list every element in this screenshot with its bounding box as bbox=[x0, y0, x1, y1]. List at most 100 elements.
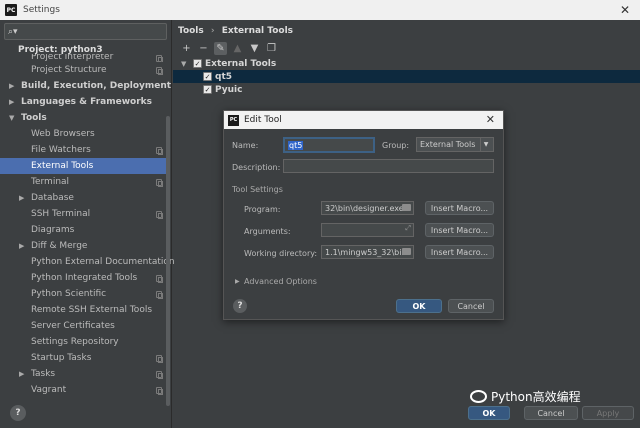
window-title: Settings bbox=[23, 5, 60, 15]
insert-macro-button-workdir[interactable]: Insert Macro... bbox=[425, 245, 494, 259]
advanced-options-toggle[interactable]: Advanced Options bbox=[244, 277, 317, 286]
name-value: qt5 bbox=[288, 140, 304, 150]
sidebar-item[interactable]: Web Browsers bbox=[0, 126, 168, 142]
window-close-icon[interactable]: ✕ bbox=[620, 3, 630, 17]
remove-icon[interactable]: − bbox=[197, 42, 210, 55]
chevron-right-icon[interactable]: ▶ bbox=[19, 370, 24, 378]
sidebar-item[interactable]: Server Certificates bbox=[0, 318, 168, 334]
dialog-title: Edit Tool bbox=[244, 115, 282, 125]
dialog-help-button[interactable]: ? bbox=[233, 299, 247, 313]
sidebar-item[interactable]: Settings Repository bbox=[0, 334, 168, 350]
edit-icon[interactable]: ✎ bbox=[214, 42, 227, 55]
sidebar-item[interactable]: ▶ Database bbox=[0, 190, 168, 206]
breadcrumb-separator: › bbox=[210, 26, 215, 36]
tool-row-qt5[interactable]: ✓ qt5 bbox=[173, 70, 640, 83]
chevron-down-icon[interactable]: ▼ bbox=[181, 60, 186, 68]
chevron-right-icon[interactable]: ▶ bbox=[235, 278, 240, 285]
sidebar-item[interactable]: Terminal bbox=[0, 174, 168, 190]
search-input[interactable]: ⌕▾ bbox=[4, 23, 167, 40]
sidebar-item-label: Vagrant bbox=[31, 385, 67, 395]
apply-button[interactable]: Apply bbox=[582, 406, 634, 420]
tool-checkbox[interactable]: ✓ bbox=[203, 85, 212, 94]
chevron-right-icon[interactable]: ▶ bbox=[19, 242, 24, 250]
sidebar-item[interactable]: Python Integrated Tools bbox=[0, 270, 168, 286]
sidebar-item-label: Project Structure bbox=[31, 65, 107, 75]
insert-macro-button-arguments[interactable]: Insert Macro... bbox=[425, 223, 494, 237]
breadcrumb: Tools › External Tools bbox=[178, 26, 293, 36]
window-title-bar: PC Settings ✕ bbox=[0, 0, 640, 20]
sidebar-item[interactable]: Python External Documentation bbox=[0, 254, 175, 270]
arguments-input[interactable]: ⤢ bbox=[321, 223, 414, 237]
project-scope-icon bbox=[156, 386, 163, 395]
project-scope-icon bbox=[156, 370, 163, 379]
working-directory-input[interactable]: 1.1\mingw53_32\bin bbox=[321, 245, 414, 259]
sidebar-item[interactable]: Diagrams bbox=[0, 222, 168, 238]
group-checkbox[interactable]: ✓ bbox=[193, 59, 202, 68]
program-input[interactable]: 32\bin\designer.exe bbox=[321, 201, 414, 215]
wechat-icon bbox=[470, 390, 487, 403]
help-button[interactable]: ? bbox=[10, 405, 26, 421]
sidebar-item-label: File Watchers bbox=[31, 145, 91, 155]
tools-toolbar: + − ✎ ▲ ▼ ❐ bbox=[180, 42, 278, 55]
sidebar-item[interactable]: Vagrant bbox=[0, 382, 168, 398]
sidebar-item-label: Project Interpreter bbox=[31, 54, 114, 62]
sidebar-item[interactable]: Project Interpreter bbox=[0, 54, 168, 62]
search-icon: ⌕▾ bbox=[8, 26, 18, 37]
sidebar-item-label: Diagrams bbox=[31, 225, 75, 235]
add-icon[interactable]: + bbox=[180, 42, 193, 55]
sidebar-item[interactable]: ▼ Tools bbox=[0, 110, 168, 126]
expand-icon[interactable]: ⤢ bbox=[405, 224, 411, 233]
sidebar-item-label: Terminal bbox=[31, 177, 70, 187]
sidebar-item-label: Remote SSH External Tools bbox=[31, 305, 153, 315]
pycharm-icon: PC bbox=[5, 4, 17, 16]
sidebar-item[interactable]: ▶ Diff & Merge bbox=[0, 238, 168, 254]
project-scope-icon bbox=[156, 146, 163, 155]
sidebar-item[interactable]: ▶ Build, Execution, Deployment bbox=[0, 78, 172, 94]
chevron-right-icon[interactable]: ▶ bbox=[9, 82, 14, 90]
group-label: Group: bbox=[382, 141, 410, 150]
sidebar-item-label: Build, Execution, Deployment bbox=[21, 81, 172, 91]
sidebar-item-label: Server Certificates bbox=[31, 321, 115, 331]
project-scope-icon bbox=[156, 66, 163, 75]
dialog-close-icon[interactable]: ✕ bbox=[486, 113, 495, 126]
move-down-icon[interactable]: ▼ bbox=[248, 42, 261, 55]
chevron-down-icon[interactable]: ▼ bbox=[9, 114, 14, 122]
move-up-icon[interactable]: ▲ bbox=[231, 42, 244, 55]
name-input[interactable]: qt5 bbox=[283, 137, 375, 153]
pycharm-icon: PC bbox=[228, 114, 239, 126]
tool-row-pyuic[interactable]: ✓ Pyuic bbox=[173, 83, 640, 96]
sidebar-item[interactable]: Startup Tasks bbox=[0, 350, 168, 366]
dialog-cancel-button[interactable]: Cancel bbox=[448, 299, 494, 313]
chevron-right-icon[interactable]: ▶ bbox=[9, 98, 14, 106]
sidebar-item-label: Tools bbox=[21, 113, 47, 123]
sidebar-item-label: Settings Repository bbox=[31, 337, 119, 347]
ok-button[interactable]: OK bbox=[468, 406, 510, 420]
settings-sidebar: ⌕▾ Project: python3 Project Interpreter P… bbox=[0, 20, 175, 428]
dialog-ok-button[interactable]: OK bbox=[396, 299, 442, 313]
insert-macro-button-program[interactable]: Insert Macro... bbox=[425, 201, 494, 215]
tool-group-row[interactable]: ▼ ✓ External Tools bbox=[173, 57, 640, 70]
folder-icon[interactable] bbox=[402, 204, 411, 211]
sidebar-scrollbar[interactable] bbox=[166, 116, 170, 406]
sidebar-item[interactable]: Remote SSH External Tools bbox=[0, 302, 168, 318]
sidebar-item[interactable]: ▶ Tasks bbox=[0, 366, 168, 382]
project-scope-icon bbox=[156, 210, 163, 219]
arguments-label: Arguments: bbox=[244, 227, 291, 236]
sidebar-item[interactable]: Project Structure bbox=[0, 62, 168, 78]
group-select[interactable]: External Tools ▼ bbox=[416, 137, 494, 152]
copy-icon[interactable]: ❐ bbox=[265, 42, 278, 55]
sidebar-item[interactable]: File Watchers bbox=[0, 142, 168, 158]
chevron-down-icon: ▼ bbox=[480, 138, 491, 151]
cancel-button[interactable]: Cancel bbox=[524, 406, 578, 420]
sidebar-item[interactable]: External Tools bbox=[0, 158, 168, 174]
description-input[interactable] bbox=[283, 159, 494, 173]
sidebar-item[interactable]: SSH Terminal bbox=[0, 206, 168, 222]
sidebar-item[interactable]: ▶ Languages & Frameworks bbox=[0, 94, 168, 110]
chevron-right-icon[interactable]: ▶ bbox=[19, 194, 24, 202]
breadcrumb-parent[interactable]: Tools bbox=[178, 26, 204, 36]
project-scope-icon bbox=[156, 290, 163, 299]
tool-checkbox[interactable]: ✓ bbox=[203, 72, 212, 81]
watermark: Python高效编程 bbox=[470, 388, 581, 405]
folder-icon[interactable] bbox=[402, 248, 411, 255]
sidebar-item[interactable]: Python Scientific bbox=[0, 286, 168, 302]
